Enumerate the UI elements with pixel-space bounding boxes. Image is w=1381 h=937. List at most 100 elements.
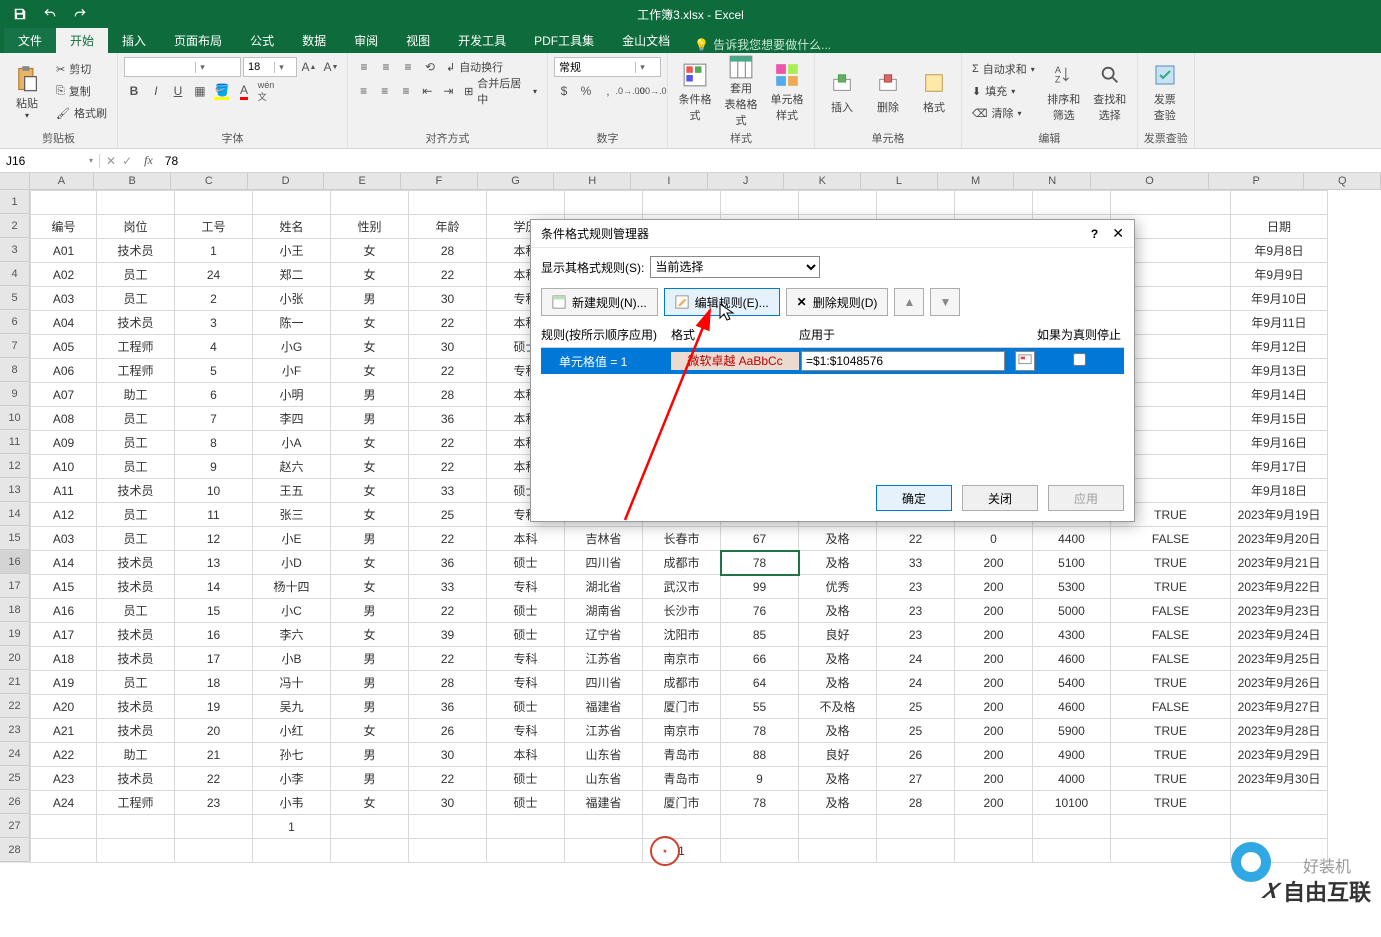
- accounting-icon[interactable]: $: [554, 81, 574, 101]
- col-header[interactable]: C: [171, 173, 248, 189]
- row-header[interactable]: 3: [0, 238, 30, 262]
- row-header[interactable]: 15: [0, 526, 30, 550]
- copy-button[interactable]: ⎘复制: [52, 81, 111, 101]
- col-header[interactable]: F: [401, 173, 478, 189]
- col-header[interactable]: L: [861, 173, 938, 189]
- edit-rule-button[interactable]: 编辑规则(E)...: [664, 288, 780, 316]
- save-icon[interactable]: [10, 4, 30, 24]
- autosum-button[interactable]: Σ自动求和▾: [968, 59, 1039, 79]
- row-header[interactable]: 9: [0, 382, 30, 406]
- border-button[interactable]: ▦: [190, 81, 210, 101]
- merge-button[interactable]: ⊞合并后居中▾: [460, 81, 541, 101]
- tab-page-layout[interactable]: 页面布局: [160, 28, 236, 53]
- applies-to-input[interactable]: [801, 351, 1005, 371]
- tab-home[interactable]: 开始: [56, 28, 108, 53]
- tab-file[interactable]: 文件: [4, 28, 56, 53]
- col-header[interactable]: N: [1014, 173, 1091, 189]
- row-header[interactable]: 20: [0, 646, 30, 670]
- scope-select[interactable]: 当前选择: [650, 256, 820, 278]
- italic-button[interactable]: I: [146, 81, 166, 101]
- row-header[interactable]: 23: [0, 718, 30, 742]
- tab-kingsoft[interactable]: 金山文档: [608, 28, 684, 53]
- row-header[interactable]: 7: [0, 334, 30, 358]
- cancel-icon[interactable]: ✕: [106, 154, 116, 168]
- stop-if-true-checkbox[interactable]: [1073, 353, 1086, 366]
- col-header[interactable]: K: [784, 173, 861, 189]
- help-icon[interactable]: ?: [1091, 227, 1098, 241]
- row-header[interactable]: 8: [0, 358, 30, 382]
- cut-button[interactable]: ✂剪切: [52, 59, 111, 79]
- fill-button[interactable]: ⬇填充▾: [968, 81, 1039, 101]
- decrease-decimal-icon[interactable]: .00→.0: [642, 81, 662, 101]
- percent-icon[interactable]: %: [576, 81, 596, 101]
- move-down-button[interactable]: ▼: [930, 288, 960, 316]
- increase-font-icon[interactable]: A▲: [299, 57, 319, 77]
- close-icon[interactable]: ✕: [1112, 225, 1124, 242]
- pinyin-button[interactable]: wén文: [256, 81, 276, 101]
- row-header[interactable]: 26: [0, 790, 30, 814]
- col-header[interactable]: E: [324, 173, 401, 189]
- decrease-indent-icon[interactable]: ⇤: [418, 81, 437, 101]
- tab-view[interactable]: 视图: [392, 28, 444, 53]
- delete-cells-button[interactable]: 删除: [867, 57, 909, 125]
- sort-filter-button[interactable]: AZ排序和筛选: [1043, 57, 1085, 125]
- row-header[interactable]: 22: [0, 694, 30, 718]
- row-header[interactable]: 27: [0, 814, 30, 838]
- align-bottom-icon[interactable]: ≡: [398, 57, 418, 77]
- undo-icon[interactable]: [40, 4, 60, 24]
- row-header[interactable]: 10: [0, 406, 30, 430]
- row-header[interactable]: 4: [0, 262, 30, 286]
- enter-icon[interactable]: ✓: [122, 154, 132, 168]
- redo-icon[interactable]: [70, 4, 90, 24]
- row-header[interactable]: 1: [0, 190, 30, 214]
- row-header[interactable]: 11: [0, 430, 30, 454]
- tab-review[interactable]: 审阅: [340, 28, 392, 53]
- row-header[interactable]: 16: [0, 550, 30, 574]
- ok-button[interactable]: 确定: [876, 485, 952, 511]
- row-header[interactable]: 19: [0, 622, 30, 646]
- format-cells-button[interactable]: 格式: [913, 57, 955, 125]
- tab-insert[interactable]: 插入: [108, 28, 160, 53]
- row-header[interactable]: 17: [0, 574, 30, 598]
- row-header[interactable]: 13: [0, 478, 30, 502]
- orientation-icon[interactable]: ⟲: [420, 57, 440, 77]
- col-header[interactable]: H: [554, 173, 631, 189]
- increase-indent-icon[interactable]: ⇥: [439, 81, 458, 101]
- wrap-text-button[interactable]: ↲自动换行: [442, 57, 507, 77]
- col-header[interactable]: O: [1091, 173, 1209, 189]
- name-box[interactable]: J16▾: [0, 154, 100, 168]
- font-color-button[interactable]: A: [234, 81, 254, 101]
- insert-cells-button[interactable]: 插入: [821, 57, 863, 125]
- align-left-icon[interactable]: ≡: [354, 81, 373, 101]
- rule-row[interactable]: 单元格值 = 1 微软卓越 AaBbCc: [541, 348, 1124, 374]
- align-middle-icon[interactable]: ≡: [376, 57, 396, 77]
- col-header[interactable]: I: [631, 173, 708, 189]
- new-rule-button[interactable]: 新建规则(N)...: [541, 288, 658, 316]
- row-header[interactable]: 2: [0, 214, 30, 238]
- paste-button[interactable]: 粘贴 ▾: [6, 57, 48, 125]
- fx-icon[interactable]: fx: [138, 153, 159, 168]
- col-header[interactable]: B: [94, 173, 171, 189]
- range-picker-icon[interactable]: [1015, 351, 1035, 371]
- col-header[interactable]: J: [708, 173, 785, 189]
- align-top-icon[interactable]: ≡: [354, 57, 374, 77]
- invoice-check-button[interactable]: 发票 查验: [1144, 57, 1186, 125]
- tab-formulas[interactable]: 公式: [236, 28, 288, 53]
- col-header[interactable]: G: [478, 173, 555, 189]
- font-size-combo[interactable]: ▾: [243, 57, 297, 77]
- tab-pdf[interactable]: PDF工具集: [520, 28, 608, 53]
- table-format-button[interactable]: 套用 表格格式: [720, 57, 762, 125]
- conditional-format-button[interactable]: 条件格式: [674, 57, 716, 125]
- row-header[interactable]: 25: [0, 766, 30, 790]
- fill-color-button[interactable]: 🪣: [212, 81, 232, 101]
- align-center-icon[interactable]: ≡: [375, 81, 394, 101]
- col-header[interactable]: Q: [1304, 173, 1381, 189]
- row-header[interactable]: 14: [0, 502, 30, 526]
- clear-button[interactable]: ⌫清除▾: [968, 103, 1039, 123]
- row-header[interactable]: 18: [0, 598, 30, 622]
- formula-input[interactable]: 78: [159, 154, 1381, 168]
- font-name-combo[interactable]: ▾: [124, 57, 241, 77]
- col-header[interactable]: D: [248, 173, 325, 189]
- row-header[interactable]: 12: [0, 454, 30, 478]
- tell-me[interactable]: 💡告诉我您想要做什么...: [694, 36, 831, 53]
